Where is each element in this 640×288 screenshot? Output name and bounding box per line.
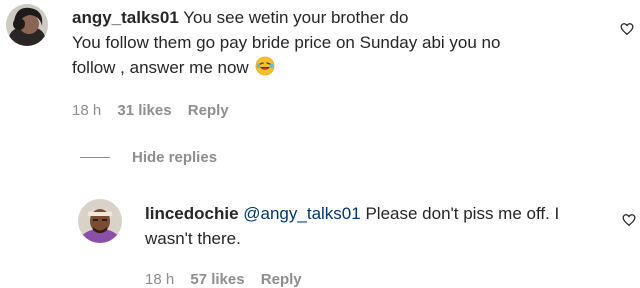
comment-likes[interactable]: 31 likes bbox=[117, 102, 171, 119]
hide-replies-label: Hide replies bbox=[132, 149, 218, 166]
comment-text-line: You see wetin your brother do bbox=[183, 8, 409, 27]
laughing-face-emoji bbox=[255, 56, 275, 76]
reply-username[interactable]: lincedochie bbox=[145, 204, 239, 223]
hide-replies-button[interactable]: Hide replies bbox=[80, 149, 217, 166]
reply-text: lincedochie @angy_talks01 Please don't p… bbox=[145, 201, 605, 251]
reply-button[interactable]: Reply bbox=[261, 271, 302, 288]
avatar[interactable] bbox=[6, 4, 48, 46]
heart-icon[interactable] bbox=[622, 213, 636, 227]
reply-meta: 18 h 57 likes Reply bbox=[145, 271, 314, 288]
comment-text-line: follow , answer me now bbox=[72, 58, 249, 77]
comment-username[interactable]: angy_talks01 bbox=[72, 8, 179, 27]
reply-time: 18 h bbox=[145, 271, 175, 288]
comment-time: 18 h bbox=[72, 102, 102, 119]
comment-text: angy_talks01 You see wetin your brother … bbox=[72, 5, 612, 80]
divider-line bbox=[80, 156, 110, 158]
reply-button[interactable]: Reply bbox=[188, 102, 229, 119]
mention-link[interactable]: @angy_talks01 bbox=[243, 204, 360, 223]
heart-icon[interactable] bbox=[620, 22, 634, 36]
avatar[interactable] bbox=[78, 199, 122, 243]
reply-text-line: wasn't there. bbox=[145, 229, 241, 248]
reply-likes[interactable]: 57 likes bbox=[190, 271, 244, 288]
comment-text-line: You follow them go pay bride price on Su… bbox=[72, 33, 501, 52]
comment-meta: 18 h 31 likes Reply bbox=[72, 102, 241, 119]
reply-text-line: Please don't piss me off. I bbox=[365, 204, 560, 223]
